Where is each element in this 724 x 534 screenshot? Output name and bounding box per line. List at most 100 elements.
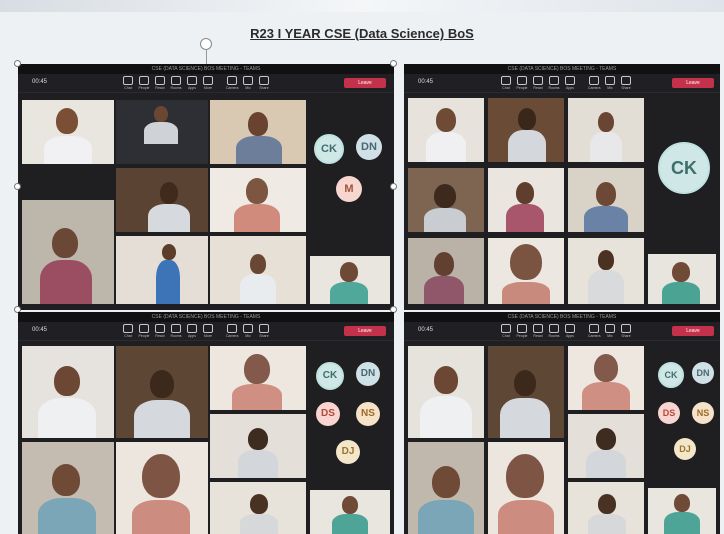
people-button[interactable]: People	[516, 76, 528, 90]
chat-icon	[123, 324, 133, 333]
window-title: CSE (DATA SCIENCE) BOS MEETING - TEAMS	[18, 64, 394, 74]
rooms-icon	[549, 76, 559, 85]
selection-handle[interactable]	[14, 183, 21, 190]
chat-button[interactable]: Chat	[500, 324, 512, 338]
video-tile	[116, 236, 208, 304]
avatar-m: M	[336, 176, 362, 202]
people-button[interactable]: People	[138, 76, 150, 90]
video-tile	[22, 346, 114, 438]
meeting-timer: 00:45	[418, 327, 434, 333]
avatar-ck: CK	[314, 134, 344, 164]
video-tile	[568, 168, 644, 232]
window-title: CSE (DATA SCIENCE) BOS MEETING - TEAMS	[404, 312, 720, 322]
window-title: CSE (DATA SCIENCE) BOS MEETING - TEAMS	[18, 312, 394, 322]
video-tile	[22, 100, 114, 164]
meeting-toolbar: 00:45 Chat People React Rooms Apps Camer…	[404, 322, 720, 341]
leave-button[interactable]: Leave	[344, 326, 386, 336]
meeting-toolbar: 00:45 Chat People React Rooms Apps More …	[18, 322, 394, 341]
video-tile	[488, 346, 564, 438]
meeting-screenshot-top-left[interactable]: CSE (DATA SCIENCE) BOS MEETING - TEAMS 0…	[18, 64, 394, 310]
apps-icon	[565, 76, 575, 85]
mic-icon	[243, 76, 253, 85]
more-button[interactable]: More	[202, 76, 214, 90]
rooms-button[interactable]: Rooms	[548, 76, 560, 90]
avatar-ck: CK	[658, 142, 710, 194]
video-tile	[648, 254, 716, 304]
leave-button[interactable]: Leave	[344, 78, 386, 88]
meeting-timer: 00:45	[32, 79, 48, 85]
avatar-dn: DN	[356, 362, 380, 386]
meeting-timer: 00:45	[418, 79, 434, 85]
mic-button[interactable]: Mic	[242, 324, 254, 338]
video-tile	[408, 98, 484, 162]
rooms-button[interactable]: Rooms	[170, 76, 182, 90]
avatar-dn: DN	[692, 362, 714, 384]
share-button[interactable]: Share	[258, 76, 270, 90]
chat-button[interactable]: Chat	[122, 324, 134, 338]
video-tile	[210, 100, 306, 164]
rooms-icon	[549, 324, 559, 333]
rooms-button[interactable]: Rooms	[548, 324, 560, 338]
video-tile	[568, 482, 644, 534]
video-tile	[210, 414, 306, 478]
video-tile	[210, 482, 306, 534]
mic-button[interactable]: Mic	[604, 324, 616, 338]
avatar-ck: CK	[658, 362, 684, 388]
apps-button[interactable]: Apps	[186, 324, 198, 338]
mic-button[interactable]: Mic	[242, 76, 254, 90]
video-tile	[488, 238, 564, 304]
react-button[interactable]: React	[532, 76, 544, 90]
camera-button[interactable]: Camera	[588, 76, 600, 90]
video-tile	[310, 490, 390, 534]
share-button[interactable]: Share	[620, 76, 632, 90]
more-button[interactable]: More	[202, 324, 214, 338]
meeting-screenshot-bottom-right[interactable]: CSE (DATA SCIENCE) BOS MEETING - TEAMS 0…	[404, 312, 720, 534]
rooms-button[interactable]: Rooms	[170, 324, 182, 338]
apps-button[interactable]: Apps	[186, 76, 198, 90]
react-button[interactable]: React	[154, 76, 166, 90]
leave-button[interactable]: Leave	[672, 326, 714, 336]
people-button[interactable]: People	[138, 324, 150, 338]
selection-handle[interactable]	[390, 183, 397, 190]
chat-icon	[501, 324, 511, 333]
camera-button[interactable]: Camera	[226, 76, 238, 90]
mic-icon	[243, 324, 253, 333]
apps-button[interactable]: Apps	[564, 76, 576, 90]
chat-button[interactable]: Chat	[500, 76, 512, 90]
video-tile	[488, 98, 564, 162]
video-tile	[408, 346, 484, 438]
share-button[interactable]: Share	[620, 324, 632, 338]
apps-button[interactable]: Apps	[564, 324, 576, 338]
video-tile	[648, 488, 716, 534]
apps-icon	[187, 76, 197, 85]
mic-button[interactable]: Mic	[604, 76, 616, 90]
video-tile	[568, 346, 644, 410]
video-tile	[210, 236, 306, 304]
leave-button[interactable]: Leave	[672, 78, 714, 88]
video-tile	[116, 168, 208, 232]
react-button[interactable]: React	[154, 324, 166, 338]
mic-icon	[605, 324, 615, 333]
avatar-dn: DN	[356, 134, 382, 160]
camera-icon	[589, 76, 599, 85]
meeting-screenshot-bottom-left[interactable]: CSE (DATA SCIENCE) BOS MEETING - TEAMS 0…	[18, 312, 394, 534]
chat-button[interactable]: Chat	[122, 76, 134, 90]
people-button[interactable]: People	[516, 324, 528, 338]
share-button[interactable]: Share	[258, 324, 270, 338]
apps-icon	[565, 324, 575, 333]
share-icon	[621, 324, 631, 333]
video-tile	[568, 238, 644, 304]
camera-icon	[589, 324, 599, 333]
meeting-screenshot-top-right[interactable]: CSE (DATA SCIENCE) BOS MEETING - TEAMS 0…	[404, 64, 720, 310]
camera-button[interactable]: Camera	[588, 324, 600, 338]
react-button[interactable]: React	[532, 324, 544, 338]
more-icon	[203, 76, 213, 85]
camera-button[interactable]: Camera	[226, 324, 238, 338]
slide-top-band	[0, 0, 724, 12]
selection-handle[interactable]	[14, 60, 21, 67]
avatar-ns: NS	[692, 402, 714, 424]
video-tile	[408, 238, 484, 304]
selection-handle[interactable]	[390, 60, 397, 67]
react-icon	[533, 324, 543, 333]
video-tile	[116, 346, 208, 438]
